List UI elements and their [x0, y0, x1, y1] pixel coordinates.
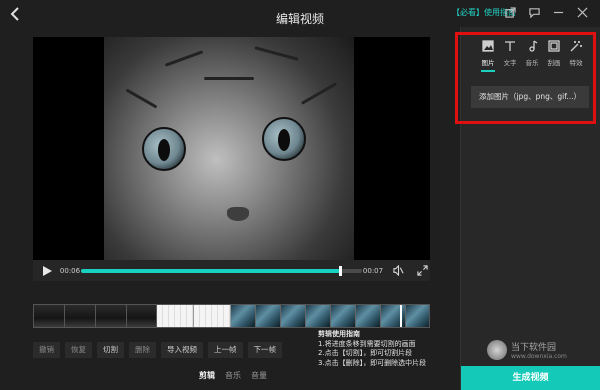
right-panel: 图片 文字 音乐 刮画 特效 添加图片（jpg、png、gif...）: [460, 27, 600, 390]
timeline-frame: [256, 305, 281, 327]
timeline-frame: [281, 305, 306, 327]
timeline-frame: [381, 305, 406, 327]
tab-edit[interactable]: 剪辑: [199, 370, 215, 381]
frame-icon: [548, 40, 560, 52]
tab-effects[interactable]: 特效: [566, 40, 586, 72]
tab-volume[interactable]: 音量: [251, 370, 267, 381]
tab-text[interactable]: 文字: [500, 40, 520, 72]
timeline-frame: [127, 305, 157, 327]
watermark-subtitle: www.downxia.com: [511, 353, 567, 360]
delete-button[interactable]: 删除: [129, 342, 156, 358]
tab-music-panel[interactable]: 音乐: [522, 40, 542, 72]
timeline-strip[interactable]: [33, 304, 430, 328]
tab-label: 图片: [481, 59, 495, 67]
window-controls: [498, 4, 594, 20]
close-icon[interactable]: [570, 4, 594, 20]
watermark-title: 当下软件园: [511, 343, 557, 353]
progress-knob[interactable]: [338, 265, 342, 276]
watermark-logo-icon: [487, 340, 507, 360]
timeline-frame: [331, 305, 356, 327]
tab-label: 刮画: [547, 59, 561, 67]
timeline-frame: [34, 305, 65, 327]
fullscreen-icon: [416, 265, 428, 276]
tab-frame[interactable]: 刮画: [544, 40, 564, 72]
play-button[interactable]: [39, 263, 55, 279]
bottom-tabs: 剪辑 音乐 音量: [199, 370, 267, 381]
video-preview[interactable]: [33, 37, 430, 260]
guide-line: 3.点击【删除】，即可删除选中片段: [318, 358, 427, 367]
progress-fill: [81, 268, 340, 273]
timeline-frame: [406, 305, 429, 327]
tab-label: 音乐: [525, 59, 539, 67]
tab-label: 特效: [569, 59, 583, 67]
timeline-frame: [96, 305, 127, 327]
text-icon: [505, 41, 515, 51]
redo-button[interactable]: 恢复: [65, 342, 92, 358]
tool-tabs: 图片 文字 音乐 刮画 特效: [478, 40, 586, 72]
next-frame-button[interactable]: 下一帧: [247, 342, 282, 358]
timeline-frame: [356, 305, 381, 327]
volume-icon: [392, 265, 404, 276]
end-time: 00:07: [362, 266, 384, 275]
magic-wand-icon: [570, 41, 582, 52]
editing-guide: 剪辑使用指南 1.将进度条移到需要切割的画面 2.点击【切割】，即可切割片段 3…: [318, 330, 426, 368]
fullscreen-button[interactable]: [415, 264, 429, 278]
generate-video-button[interactable]: 生成视频: [461, 366, 600, 390]
guide-line: 2.点击【切割】，即可切割片段: [318, 349, 413, 357]
timeline-frame: [157, 305, 194, 327]
timeline-frame: [65, 305, 96, 327]
undo-button[interactable]: 撤销: [33, 342, 60, 358]
image-icon: [482, 40, 494, 52]
share-icon[interactable]: [498, 4, 522, 20]
guide-line: 1.将进度条移到需要切割的画面: [318, 339, 416, 348]
tab-music[interactable]: 音乐: [225, 370, 241, 381]
play-icon: [42, 265, 52, 276]
prev-frame-button[interactable]: 上一帧: [208, 342, 243, 358]
tab-label: 文字: [503, 59, 517, 67]
add-image-button[interactable]: 添加图片（jpg、png、gif...）: [471, 86, 589, 108]
timeline-frame: [306, 305, 331, 327]
cut-button[interactable]: 切割: [97, 342, 124, 358]
watermark: 当下软件园 www.downxia.com: [487, 340, 567, 360]
volume-button[interactable]: [391, 264, 405, 278]
timeline-frames: [34, 305, 429, 327]
feedback-icon[interactable]: [522, 4, 546, 20]
tab-image[interactable]: 图片: [478, 40, 498, 72]
player-controls: 00:06 00:07: [33, 260, 430, 281]
timeline-frame: [231, 305, 256, 327]
video-frame-image: [104, 37, 354, 260]
guide-heading: 剪辑使用指南: [318, 330, 360, 338]
music-icon: [529, 40, 538, 52]
progress-bar[interactable]: [81, 265, 362, 276]
edit-toolbar: 撤销 恢复 切割 删除 导入视频 上一帧 下一帧: [33, 342, 282, 358]
active-underline: [481, 70, 495, 72]
minimize-icon[interactable]: [546, 4, 570, 20]
current-time: 00:06: [59, 266, 81, 275]
timeline-playhead[interactable]: [400, 305, 402, 327]
timeline-frame: [194, 305, 231, 327]
import-video-button[interactable]: 导入视频: [161, 342, 203, 358]
